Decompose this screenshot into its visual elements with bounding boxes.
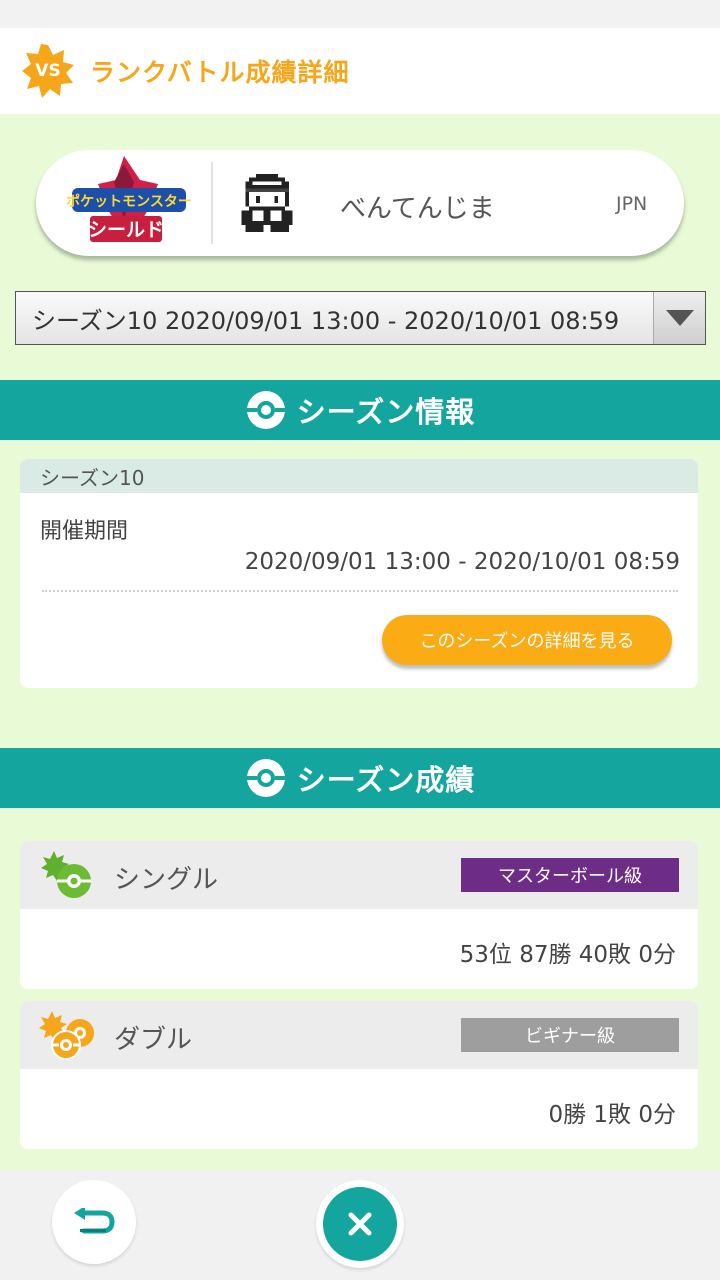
- dotted-divider: [42, 590, 678, 592]
- season-results-title: シーズン成績: [296, 763, 476, 797]
- vs-badge-icon: VS: [20, 43, 76, 99]
- pokeball-icon: [246, 391, 285, 429]
- single-battle-header: シングル マスターボール級: [20, 841, 698, 909]
- vs-badge-label: VS: [35, 61, 61, 81]
- single-battle-icon: [41, 851, 91, 898]
- player-name: べんてんじま: [340, 194, 495, 224]
- period-label: 開催期間: [40, 519, 129, 544]
- close-button[interactable]: [316, 1180, 404, 1268]
- season-info-card: シーズン10 開催期間 2020/09/01 13:00 - 2020/10/0…: [20, 459, 698, 688]
- double-battle-title: ダブル: [114, 1025, 193, 1055]
- trainer-pixel-avatar-icon: [238, 174, 296, 232]
- page-header: VS ランクバトル成績詳細: [0, 28, 720, 114]
- season-details-button[interactable]: このシーズンの詳細を見る: [382, 615, 672, 665]
- card-divider: [211, 162, 213, 244]
- back-button[interactable]: [52, 1180, 136, 1264]
- season-results-header: シーズン成績: [0, 748, 720, 808]
- season-select[interactable]: シーズン10 2020/09/01 13:00 - 2020/10/01 08:…: [15, 291, 706, 345]
- game-logo-line2: シールド: [88, 219, 164, 241]
- pokemon-shield-logo: ポケットモンスター シールド: [36, 150, 212, 256]
- double-rank-class-badge: ビギナー級: [461, 1018, 679, 1052]
- double-battle-header: ダブル ビギナー級: [20, 1001, 698, 1069]
- close-button-inner[interactable]: [323, 1187, 397, 1261]
- return-arrow-icon: [74, 1208, 115, 1234]
- chevron-down-icon[interactable]: [653, 292, 705, 344]
- player-region: JPN: [616, 193, 648, 215]
- game-logo-line1: ポケットモンスター: [66, 193, 192, 210]
- single-battle-title: シングル: [114, 865, 219, 895]
- season-info-header: シーズン情報: [0, 380, 720, 440]
- status-strip: [0, 0, 720, 28]
- close-icon: [348, 1212, 372, 1236]
- double-battle-card: ダブル ビギナー級 0勝 1敗 0分: [20, 1001, 698, 1149]
- double-battle-result: 0勝 1敗 0分: [548, 1102, 676, 1128]
- page-title: ランクバトル成績詳細: [90, 58, 350, 87]
- pokeball-icon: [246, 759, 285, 797]
- single-battle-result: 53位 87勝 40敗 0分: [459, 942, 676, 968]
- season-select-value: シーズン10 2020/09/01 13:00 - 2020/10/01 08:…: [32, 306, 620, 335]
- double-battle-icon: [39, 1011, 94, 1060]
- single-battle-card: シングル マスターボール級 53位 87勝 40敗 0分: [20, 841, 698, 989]
- period-value: 2020/09/01 13:00 - 2020/10/01 08:59: [244, 549, 680, 575]
- single-rank-class-badge: マスターボール級: [461, 858, 679, 892]
- profile-card: ポケットモンスター シールド べんてんじま JPN: [36, 150, 684, 256]
- season-name: シーズン10: [20, 459, 698, 493]
- season-info-title: シーズン情報: [296, 395, 476, 429]
